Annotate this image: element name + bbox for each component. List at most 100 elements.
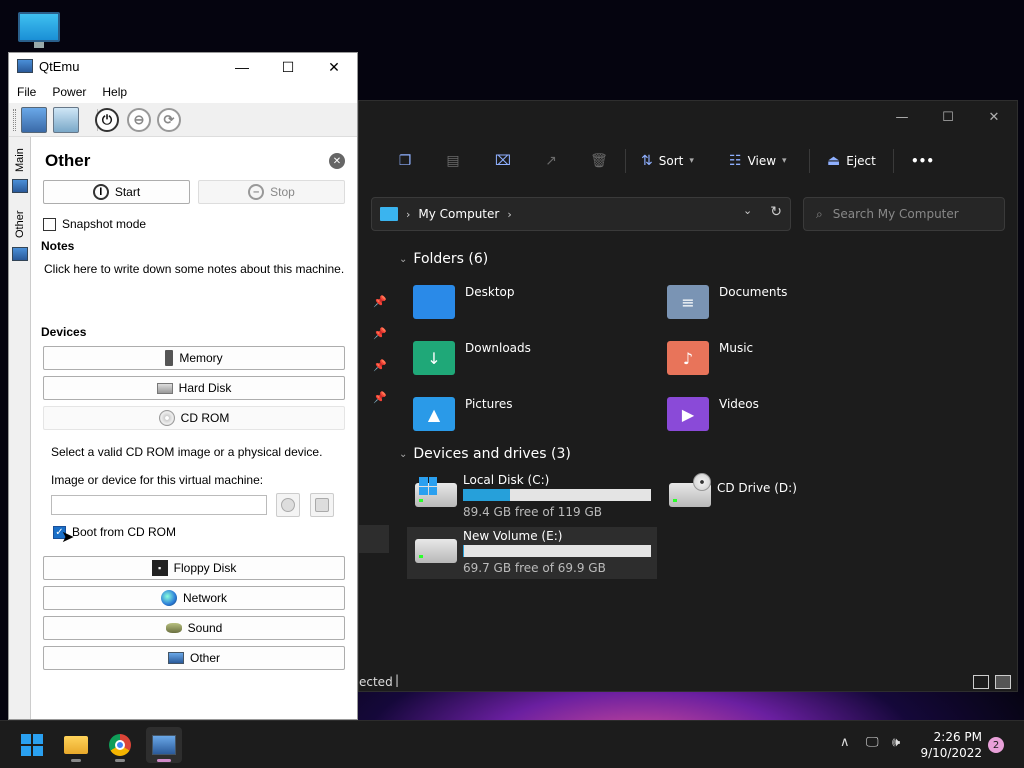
qtemu-title-bar[interactable]: QtEmu — ☐ ✕ [9, 53, 357, 81]
tab-other[interactable]: Other [11, 207, 29, 241]
breadcrumb-my-computer[interactable]: My Computer [418, 207, 499, 221]
pin-icon[interactable]: 📌 [373, 391, 387, 404]
chrome-icon [109, 734, 131, 756]
sort-button[interactable]: ⇅ Sort ▾ [641, 149, 694, 173]
browse-image-button[interactable] [276, 493, 300, 517]
eject-button[interactable]: ⏏ Eject [827, 149, 876, 173]
floppy-disk-button[interactable]: ▪ Floppy Disk [43, 556, 345, 580]
notes-text[interactable]: Click here to write down some notes abou… [44, 262, 344, 276]
devices-section-header[interactable]: ⌄ Devices and drives (3) [399, 446, 571, 462]
qtemu-close-button[interactable]: ✕ [311, 53, 357, 81]
explorer-command-bar: ❐ ▤ ⌧ ↗ 🗑 ⇅ Sort ▾ ☷ View ▾ ⏏ Eject ••• [359, 141, 1019, 181]
vm-icon [12, 247, 28, 261]
memory-button[interactable]: Memory [43, 346, 345, 370]
cd-rom-hint: Select a valid CD ROM image or a physica… [51, 445, 323, 459]
qtemu-menu-bar: File Power Help [9, 81, 357, 103]
taskbar-qtemu[interactable] [146, 727, 182, 763]
disk-icon [315, 498, 329, 512]
folder-desktop[interactable]: Desktop [401, 279, 651, 327]
start-button[interactable] [14, 727, 50, 763]
hard-drive-icon [415, 477, 457, 507]
cd-image-label: Image or device for this virtual machine… [51, 473, 264, 487]
explorer-minimize-button[interactable]: — [879, 101, 925, 133]
menu-power[interactable]: Power [52, 85, 86, 99]
menu-help[interactable]: Help [102, 85, 127, 99]
taskbar-clock[interactable]: 2:26 PM 9/10/2022 [918, 729, 982, 761]
details-view-icon[interactable] [973, 675, 989, 689]
snapshot-mode-checkbox[interactable]: Snapshot mode [43, 217, 146, 231]
rename-icon[interactable]: ⌧ [493, 151, 513, 171]
desktop-this-pc-icon[interactable] [14, 10, 62, 50]
chevron-right-icon[interactable]: › [507, 208, 511, 221]
open-machine-icon[interactable] [53, 107, 79, 133]
pin-icon[interactable]: 📌 [373, 327, 387, 340]
chevron-down-icon: ▾ [689, 156, 694, 166]
explorer-maximize-button[interactable]: ☐ [925, 101, 971, 133]
power-restart-icon[interactable]: ⟳ [157, 108, 181, 132]
close-icon[interactable]: ✕ [329, 153, 345, 169]
search-box[interactable]: ⌕ Search My Computer [803, 197, 1005, 231]
cd-icon [158, 410, 175, 426]
nav-pane-selected-item[interactable] [359, 525, 389, 553]
tiles-view-icon[interactable] [995, 675, 1011, 689]
delete-icon[interactable]: 🗑 [589, 151, 609, 171]
hard-disk-icon [156, 382, 173, 394]
sound-icon [165, 623, 182, 633]
other-button[interactable]: Other [43, 646, 345, 670]
cd-image-input[interactable] [51, 495, 267, 515]
cd-rom-button[interactable]: CD ROM [43, 406, 345, 430]
tab-main[interactable]: Main [11, 145, 29, 175]
drive-new-volume-e[interactable]: New Volume (E:) 69.7 GB free of 69.9 GB [407, 527, 657, 579]
address-history-chevron-icon[interactable]: ⌄ [743, 204, 752, 220]
menu-file[interactable]: File [17, 85, 36, 99]
hard-disk-button[interactable]: Hard Disk [43, 376, 345, 400]
drive-local-disk-c[interactable]: Local Disk (C:) 89.4 GB free of 119 GB [407, 471, 657, 523]
vm-icon [12, 179, 28, 193]
windows-start-icon [21, 734, 43, 756]
paste-icon[interactable]: ▤ [443, 151, 463, 171]
address-bar[interactable]: › My Computer › ⌄ ↻ [371, 197, 791, 231]
qtemu-minimize-button[interactable]: — [219, 53, 265, 81]
notification-badge[interactable]: 2 [988, 737, 1004, 753]
network-icon[interactable]: 🖵 [866, 735, 879, 750]
folder-music[interactable]: ♪ Music [655, 335, 905, 383]
folder-documents[interactable]: ≡ Documents [655, 279, 905, 327]
downloads-folder-icon: ↓ [413, 341, 455, 375]
view-button[interactable]: ☷ View ▾ [729, 149, 787, 173]
more-options-button[interactable]: ••• [911, 149, 934, 173]
share-icon[interactable]: ↗ [541, 151, 561, 171]
drive-usage-bar [463, 545, 651, 557]
folder-pictures[interactable]: ▲ Pictures [401, 391, 651, 439]
memory-icon [165, 350, 174, 366]
folder-videos[interactable]: ▶ Videos [655, 391, 905, 439]
taskbar-file-explorer[interactable] [58, 727, 94, 763]
cd-drive-icon [669, 473, 711, 507]
volume-icon[interactable]: 🕪 [892, 735, 900, 750]
pin-icon[interactable]: 📌 [373, 359, 387, 372]
folder-downloads[interactable]: ↓ Downloads [401, 335, 651, 383]
folders-section-header[interactable]: ⌄ Folders (6) [399, 251, 488, 267]
network-button[interactable]: Network [43, 586, 345, 610]
copy-icon[interactable]: ❐ [395, 151, 415, 171]
taskbar-chrome[interactable] [102, 727, 138, 763]
refresh-icon[interactable]: ↻ [770, 204, 782, 220]
cd-icon [281, 498, 295, 512]
new-machine-icon[interactable] [21, 107, 47, 133]
search-placeholder: Search My Computer [832, 207, 959, 221]
browse-device-button[interactable] [310, 493, 334, 517]
floppy-icon: ▪ [151, 560, 168, 576]
sound-button[interactable]: Sound [43, 616, 345, 640]
pin-icon[interactable]: 📌 [373, 295, 387, 308]
windows-logo-icon [419, 477, 437, 495]
power-stop-icon[interactable]: ⊖ [127, 108, 151, 132]
stop-button[interactable]: – Stop [198, 180, 345, 204]
start-button[interactable]: I Start [43, 180, 190, 204]
show-hidden-icons-chevron-icon[interactable]: ∧ [840, 735, 850, 750]
explorer-close-button[interactable]: ✕ [971, 101, 1017, 133]
checkbox-box[interactable] [43, 217, 56, 231]
toolbar-grip[interactable] [13, 109, 16, 131]
other-panel: Other ✕ I Start – Stop Snapshot mode Not… [31, 137, 357, 719]
qtemu-maximize-button[interactable]: ☐ [265, 53, 311, 81]
drive-cd-d[interactable]: CD Drive (D:) [661, 471, 911, 523]
power-start-icon[interactable]: ⏻ [95, 108, 119, 132]
